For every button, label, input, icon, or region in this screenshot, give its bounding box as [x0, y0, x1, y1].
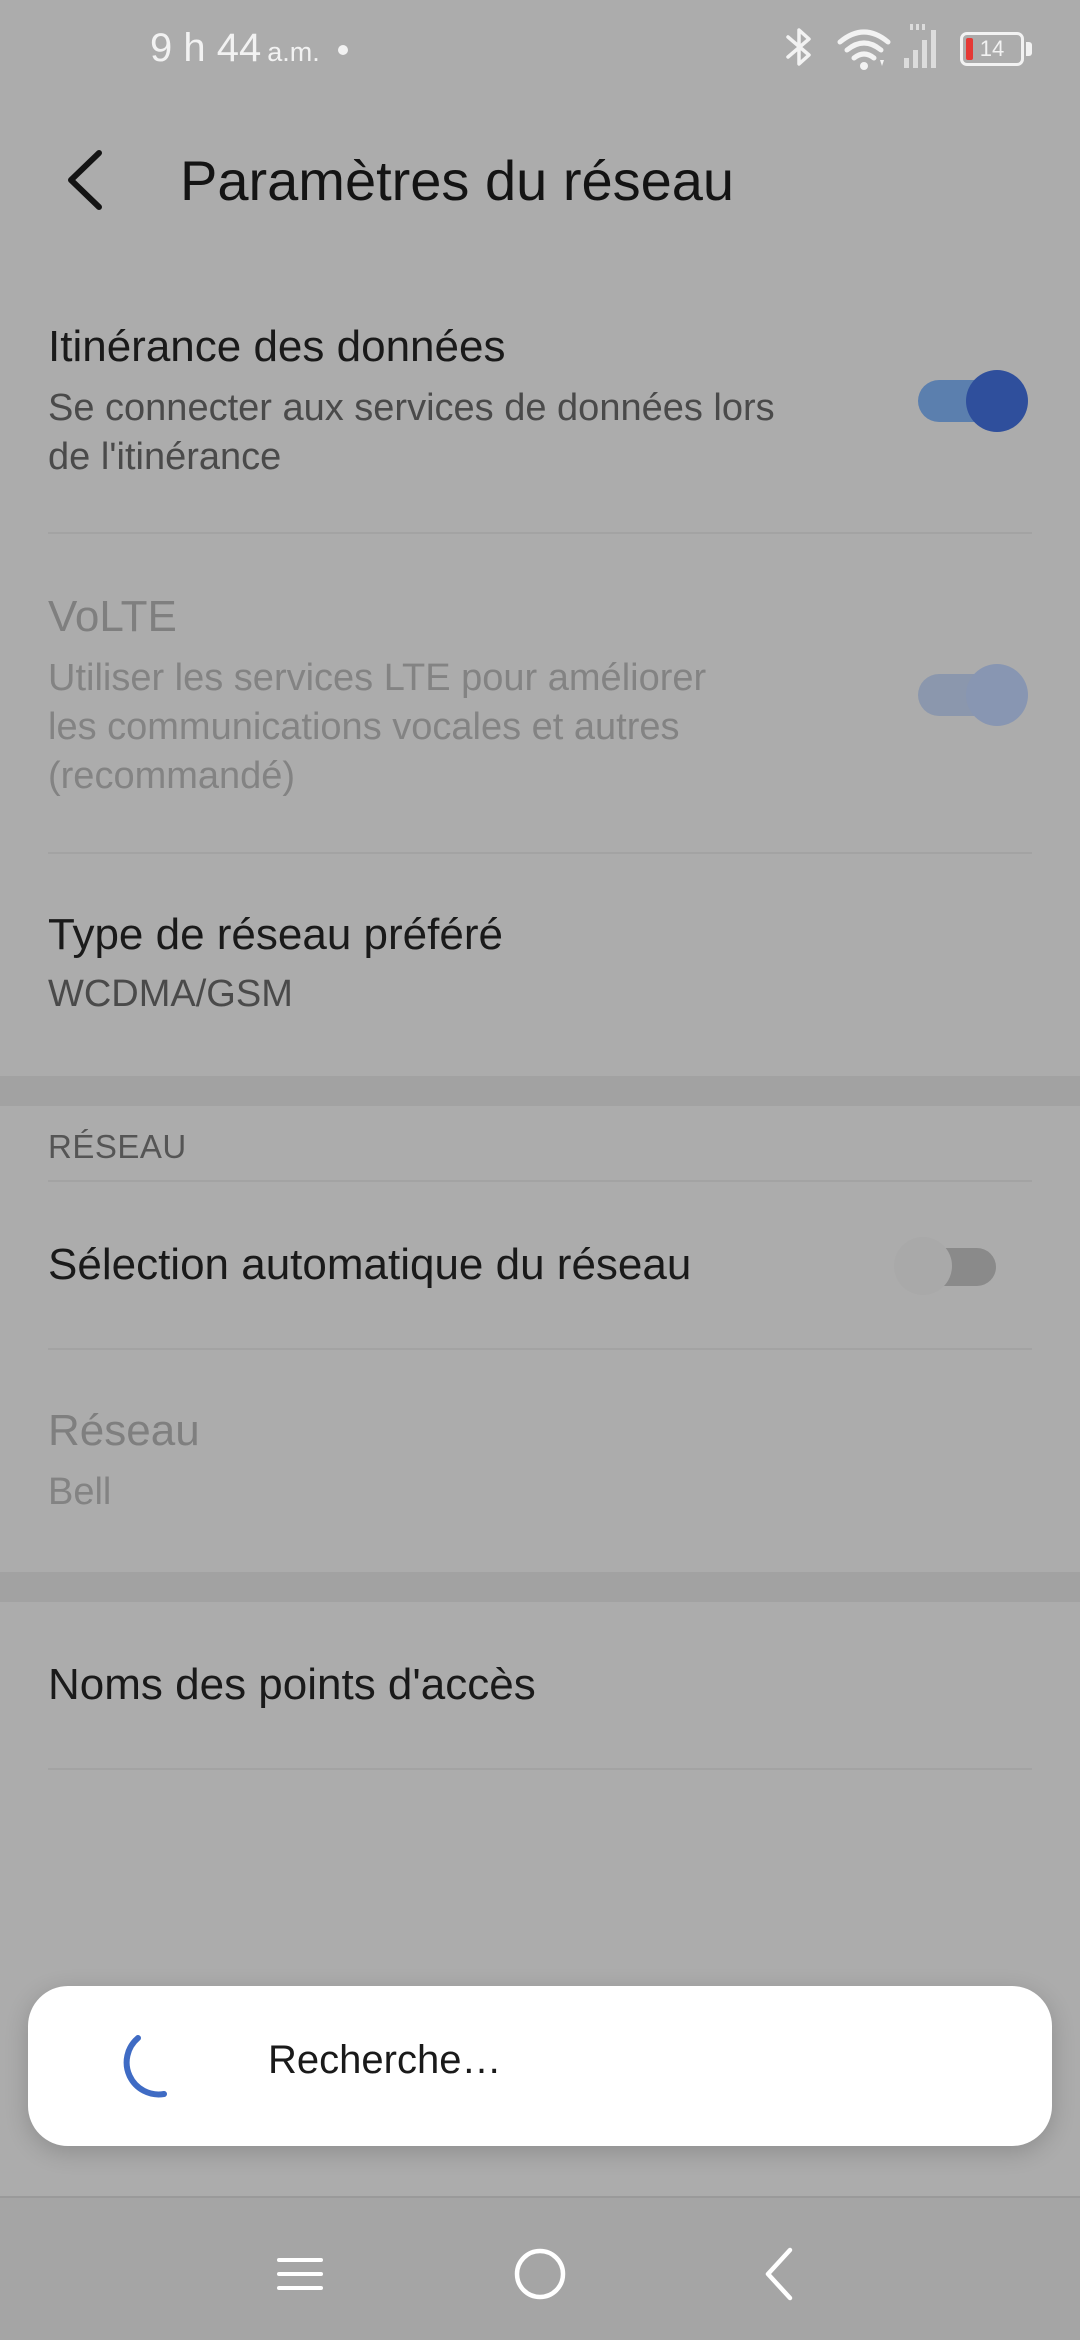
status-bar: 9 h 44 a.m. 14 — [0, 0, 1080, 100]
home-icon — [514, 2248, 566, 2300]
auto-select-network-title: Sélection automatique du réseau — [48, 1240, 692, 1289]
volte-subtitle-line3: (recommandé) — [48, 755, 296, 797]
volte-subtitle-line1: Utiliser les services LTE pour améliorer — [48, 657, 707, 699]
toggle-thumb — [966, 664, 1028, 726]
searching-text: Recherche… — [268, 2038, 502, 2082]
network-row: Réseau Bell — [0, 1350, 1080, 1570]
preferred-network-value: WCDMA/GSM — [48, 973, 293, 1015]
volte-toggle — [916, 662, 1028, 726]
network-title: Réseau — [48, 1406, 200, 1455]
battery-level: 14 — [979, 36, 1005, 61]
menu-icon — [277, 2258, 323, 2290]
network-value: Bell — [48, 1471, 112, 1513]
ampm-text: a.m. — [267, 37, 320, 67]
data-roaming-row[interactable]: Itinérance des données Se connecter aux … — [0, 300, 1080, 532]
status-time: 9 h 44 a.m. — [150, 26, 320, 71]
signal-icon — [904, 24, 936, 68]
nav-back-button[interactable] — [740, 2234, 820, 2314]
volte-subtitle-line2: les communications vocales et autres — [48, 706, 680, 748]
toggle-thumb — [894, 1237, 952, 1295]
volte-row: VoLTE Utiliser les services LTE pour amé… — [0, 534, 1080, 852]
divider — [48, 1768, 1032, 1770]
data-roaming-subtitle-line1: Se connecter aux services de données lor… — [48, 387, 775, 429]
section-header-network: RÉSEAU — [48, 1128, 187, 1165]
preferred-network-title: Type de réseau préféré — [48, 910, 503, 959]
apn-title: Noms des points d'accès — [48, 1660, 536, 1709]
back-icon — [765, 2247, 793, 2301]
searching-dialog: Recherche… — [28, 1986, 1052, 2146]
preferred-network-row[interactable]: Type de réseau préféré WCDMA/GSM — [0, 854, 1080, 1074]
section-divider — [0, 1076, 1080, 1106]
auto-select-network-row[interactable]: Sélection automatique du réseau — [0, 1182, 1080, 1348]
auto-select-network-toggle[interactable] — [892, 1234, 1004, 1298]
nav-home-button[interactable] — [500, 2234, 580, 2314]
battery-icon: 14 — [960, 32, 1024, 66]
toggle-thumb — [966, 370, 1028, 432]
notification-dot — [338, 45, 348, 55]
data-roaming-toggle[interactable] — [916, 368, 1028, 432]
back-button[interactable] — [44, 140, 124, 220]
screen: 9 h 44 a.m. 14 Paramètres du réseau Itin… — [0, 0, 1080, 2340]
apn-row[interactable]: Noms des points d'accès — [0, 1602, 1080, 1768]
battery-cap — [1026, 42, 1032, 56]
navigation-bar — [0, 2196, 1080, 2340]
page-title: Paramètres du réseau — [180, 149, 735, 212]
wifi-icon — [837, 29, 891, 70]
data-roaming-title: Itinérance des données — [48, 322, 506, 371]
bluetooth-icon — [786, 28, 811, 66]
loading-spinner-icon — [123, 2035, 167, 2098]
volte-title: VoLTE — [48, 592, 177, 641]
data-roaming-subtitle-line2: de l'itinérance — [48, 436, 282, 478]
section-divider — [0, 1572, 1080, 1602]
back-arrow-icon — [68, 150, 102, 210]
nav-menu-button[interactable] — [260, 2234, 340, 2314]
time-text: 9 h 44 — [150, 26, 262, 70]
